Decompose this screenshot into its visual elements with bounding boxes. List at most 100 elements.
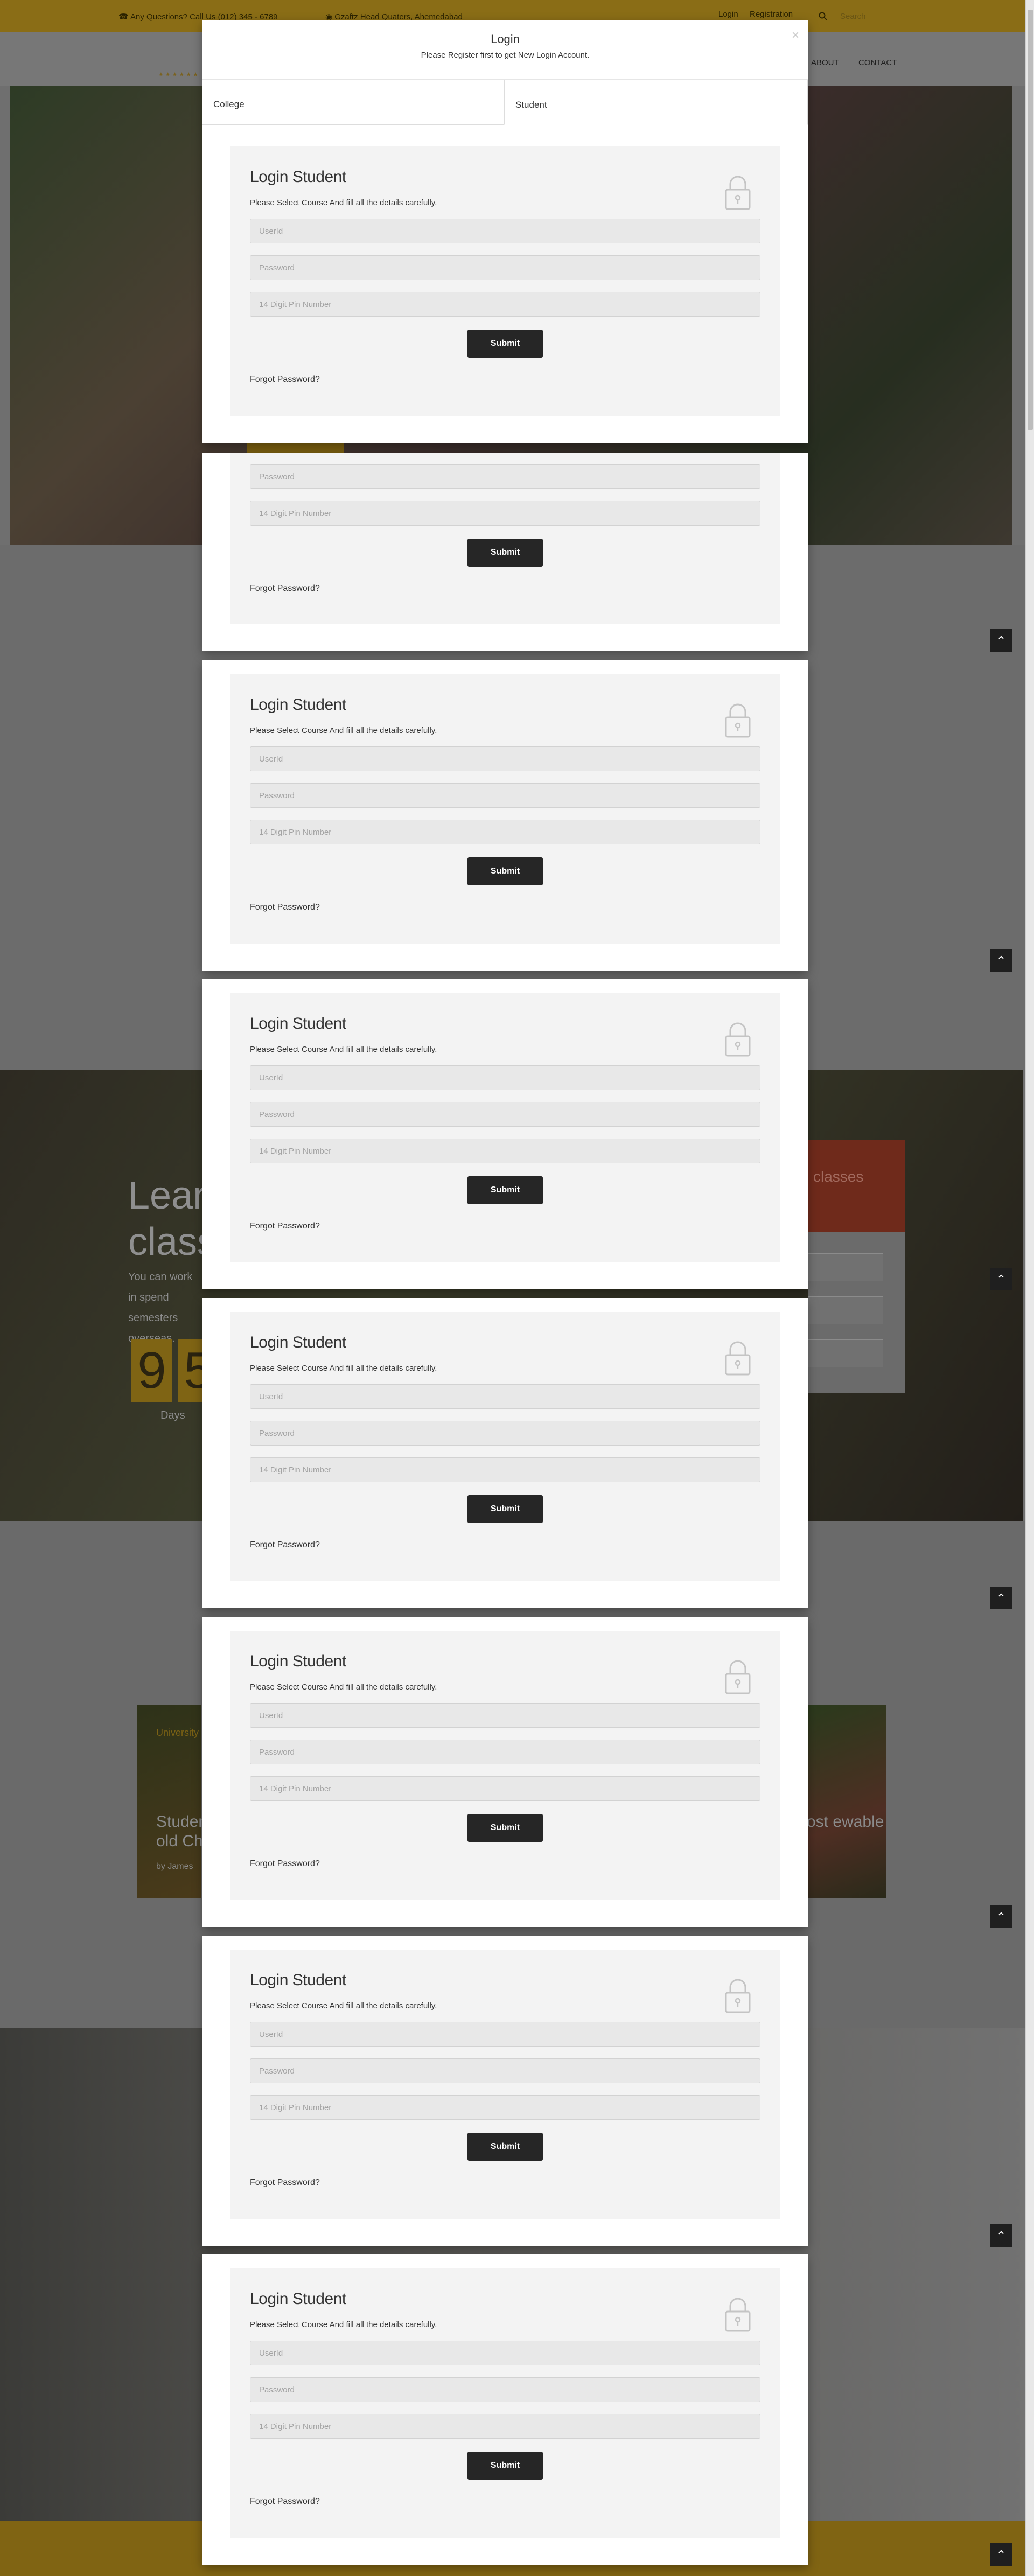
- userid-input[interactable]: [250, 219, 760, 243]
- submit-button[interactable]: Submit: [467, 1814, 543, 1842]
- login-tabs: College Student: [202, 80, 808, 125]
- lock-icon: [725, 1660, 751, 1694]
- forgot-password-link[interactable]: Forgot Password?: [250, 1221, 320, 1231]
- student-login-panel: Login Student Please Select Course And f…: [230, 1950, 780, 2219]
- submit-button[interactable]: Submit: [467, 539, 543, 567]
- student-login-panel: Login Student Please Select Course And f…: [230, 1312, 780, 1581]
- student-login-panel: Login Student Please Select Course And f…: [230, 674, 780, 944]
- forgot-password-link[interactable]: Forgot Password?: [250, 375, 320, 385]
- userid-input[interactable]: [250, 1065, 760, 1090]
- lock-icon: [725, 703, 751, 738]
- login-description: Please Select Course And fill all the de…: [250, 726, 437, 735]
- userid-input[interactable]: [250, 2341, 760, 2365]
- tab-college[interactable]: College: [202, 80, 504, 125]
- back-to-top-button[interactable]: ⌃: [990, 1587, 1012, 1609]
- password-input[interactable]: [250, 464, 760, 489]
- signup-input[interactable]: [808, 1296, 883, 1324]
- password-input[interactable]: [250, 783, 760, 808]
- back-to-top-button[interactable]: ⌃: [990, 1268, 1012, 1290]
- forgot-password-link[interactable]: Forgot Password?: [250, 584, 320, 594]
- chevron-up-icon: ⌃: [996, 954, 1007, 967]
- lock-icon: [725, 176, 751, 210]
- password-input[interactable]: [250, 1740, 760, 1764]
- back-to-top-button[interactable]: ⌃: [990, 1905, 1012, 1928]
- login-title: Login Student: [250, 1652, 346, 1670]
- password-input[interactable]: [250, 1102, 760, 1127]
- login-title: Login Student: [250, 1015, 346, 1032]
- news-card-category: University: [156, 1727, 199, 1738]
- student-login-panel: Login Student Please Select Course And f…: [230, 2268, 780, 2538]
- login-modal: Login Student Please Select Course And f…: [202, 660, 808, 971]
- forgot-password-link[interactable]: Forgot Password?: [250, 2497, 320, 2507]
- nav-item-about[interactable]: ABOUT: [811, 58, 839, 67]
- learn-subtitle: You can work in spend semesters overseas…: [128, 1271, 193, 1344]
- submit-button[interactable]: Submit: [467, 857, 543, 885]
- login-title: Login Student: [250, 168, 346, 186]
- forgot-password-link[interactable]: Forgot Password?: [250, 1540, 320, 1550]
- page-scrollbar[interactable]: [1025, 0, 1034, 2576]
- userid-input[interactable]: [250, 1703, 760, 1728]
- modal-subtitle: Please Register first to get New Login A…: [421, 51, 590, 60]
- login-title: Login Student: [250, 1334, 346, 1351]
- userid-input[interactable]: [250, 1384, 760, 1409]
- nav-item-contact[interactable]: CONTACT: [858, 58, 897, 67]
- userid-input[interactable]: [250, 746, 760, 771]
- password-input[interactable]: [250, 2058, 760, 2083]
- submit-button[interactable]: Submit: [467, 2133, 543, 2161]
- signup-form-header: classes: [808, 1140, 905, 1232]
- student-login-panel: Submit Forgot Password?: [230, 453, 780, 624]
- pin-input[interactable]: [250, 292, 760, 317]
- topbar-login-link[interactable]: Login: [718, 10, 738, 19]
- login-title: Login Student: [250, 2290, 346, 2308]
- login-description: Please Select Course And fill all the de…: [250, 2001, 437, 2010]
- login-title: Login Student: [250, 696, 346, 714]
- lock-icon: [725, 1979, 751, 2013]
- pin-input[interactable]: [250, 1776, 760, 1801]
- chevron-up-icon: ⌃: [996, 2548, 1007, 2561]
- back-to-top-button[interactable]: ⌃: [990, 2224, 1012, 2247]
- forgot-password-link[interactable]: Forgot Password?: [250, 1859, 320, 1869]
- signup-input[interactable]: [808, 1253, 883, 1281]
- news-card[interactable]: University Student old Chi by James: [137, 1705, 212, 1898]
- signup-input[interactable]: [808, 1339, 883, 1367]
- submit-button[interactable]: Submit: [467, 1495, 543, 1523]
- news-card-author: by James: [156, 1862, 193, 1871]
- scrollbar-thumb[interactable]: [1028, 10, 1033, 430]
- submit-button[interactable]: Submit: [467, 1176, 543, 1204]
- close-icon[interactable]: ×: [792, 28, 799, 43]
- submit-button[interactable]: Submit: [467, 330, 543, 358]
- forgot-password-link[interactable]: Forgot Password?: [250, 2178, 320, 2188]
- pin-input[interactable]: [250, 501, 760, 526]
- submit-button[interactable]: Submit: [467, 2452, 543, 2480]
- back-to-top-button[interactable]: ⌃: [990, 2543, 1012, 2566]
- password-input[interactable]: [250, 1421, 760, 1446]
- tab-student[interactable]: Student: [504, 80, 808, 125]
- pin-input[interactable]: [250, 2095, 760, 2120]
- userid-input[interactable]: [250, 2022, 760, 2047]
- password-input[interactable]: [250, 2377, 760, 2402]
- news-card-title: ost ewable: [807, 1813, 884, 1831]
- back-to-top-button[interactable]: ⌃: [990, 629, 1012, 652]
- logo-stars: ★★★★★★: [158, 72, 200, 78]
- pin-input[interactable]: [250, 2414, 760, 2439]
- pin-input[interactable]: [250, 1139, 760, 1163]
- pin-input[interactable]: [250, 820, 760, 844]
- chevron-up-icon: ⌃: [996, 1273, 1007, 1286]
- login-description: Please Select Course And fill all the de…: [250, 1045, 437, 1054]
- back-to-top-button[interactable]: ⌃: [990, 949, 1012, 972]
- login-description: Please Select Course And fill all the de…: [250, 2320, 437, 2329]
- search-icon[interactable]: [819, 12, 827, 23]
- chevron-up-icon: ⌃: [996, 634, 1007, 647]
- chevron-up-icon: ⌃: [996, 1910, 1007, 1924]
- search-input[interactable]: Search: [840, 12, 866, 21]
- login-modal: Submit Forgot Password?: [202, 453, 808, 651]
- lock-icon: [725, 1341, 751, 1376]
- signup-form-title: classes: [813, 1168, 864, 1185]
- topbar-registration-link[interactable]: Registration: [750, 10, 793, 19]
- password-input[interactable]: [250, 255, 760, 280]
- forgot-password-link[interactable]: Forgot Password?: [250, 903, 320, 912]
- pin-input[interactable]: [250, 1457, 760, 1482]
- countdown-days-label: Days: [160, 1409, 185, 1421]
- news-card[interactable]: ost ewable: [807, 1705, 886, 1898]
- countdown-digit: 9: [131, 1339, 172, 1402]
